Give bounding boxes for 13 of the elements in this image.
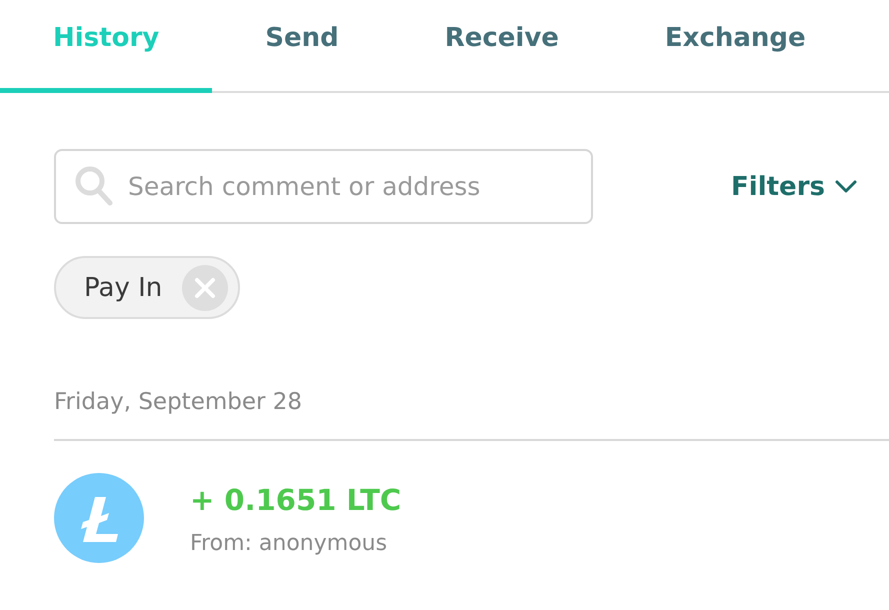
chevron-down-icon	[835, 180, 857, 193]
date-heading: Friday, September 28	[54, 388, 302, 417]
remove-filter-icon[interactable]	[182, 264, 228, 310]
coin-icon	[54, 473, 144, 563]
filters-button[interactable]: Filters	[731, 172, 857, 202]
filter-chip-label: Pay In	[84, 272, 162, 302]
tab[interactable]: Receive	[392, 0, 612, 93]
tab[interactable]: Exchange	[612, 0, 859, 93]
search-field[interactable]: Search comment or address	[54, 149, 593, 224]
transaction-amount: + 0.1651 LTC	[190, 482, 402, 516]
search-icon	[75, 166, 113, 206]
tab[interactable]: Send	[212, 0, 392, 93]
transaction-sender: From: anonymous	[190, 530, 388, 556]
